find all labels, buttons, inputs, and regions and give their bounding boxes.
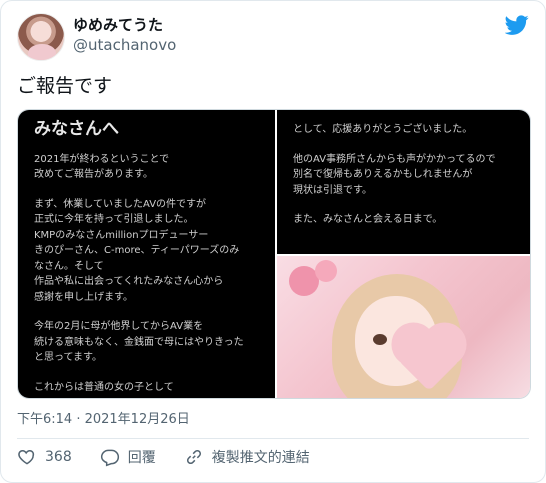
action-bar: 368 回覆 複製推文的連結 — [17, 447, 338, 467]
like-count: 368 — [45, 449, 72, 465]
statement-paragraph: 今年の2月に母が他界してからAV業を 続ける意味もなく、金銭面で母にはやりきった… — [34, 321, 244, 363]
eye-shape — [373, 334, 387, 345]
media-grid: みなさんへ 2021年が終わるということで 改めてご報告があります。 まず、休業… — [17, 109, 531, 399]
avatar[interactable] — [17, 13, 65, 61]
twitter-bird-icon[interactable] — [505, 13, 529, 37]
girl-with-heart-photo[interactable] — [277, 256, 530, 398]
copy-link-button[interactable]: 複製推文的連結 — [184, 447, 310, 467]
heart-icon — [18, 449, 35, 465]
reply-label: 回覆 — [127, 450, 156, 466]
statement-image-right[interactable]: として、応援ありがとうございました。 他のAV事務所さんからも声がかかってるので… — [277, 110, 530, 254]
tweet-timestamp[interactable]: 下午6:14 · 2021年12月26日 — [17, 408, 190, 427]
statement-paragraph: 他のAV事務所さんからも声がかかってるので 別名で復帰もありえるかもしれませんが… — [293, 153, 496, 196]
flower-decoration — [315, 260, 337, 282]
statement-paragraph: これからは普通の女の子として — [34, 381, 174, 393]
tweet-card: ゆめみてうた @utachanovo ご報告です みなさんへ 2021年が終わる… — [0, 0, 546, 483]
reply-button[interactable]: 回覆 — [100, 447, 156, 467]
divider — [17, 438, 529, 439]
copy-link-label: 複製推文的連結 — [211, 450, 310, 466]
display-name[interactable]: ゆめみてうた — [73, 14, 163, 35]
statement-paragraph: まず、休業していましたAVの件ですが 正式に今年を持って引退しました。 KMPの… — [34, 198, 240, 303]
statement-paragraph: 2021年が終わるということで 改めてご報告があります。 — [34, 153, 170, 181]
statement-paragraph: として、応援ありがとうございました。 — [293, 124, 473, 135]
like-button[interactable]: 368 — [17, 447, 72, 467]
user-handle[interactable]: @utachanovo — [73, 36, 176, 54]
reply-icon — [100, 449, 119, 467]
link-icon — [186, 449, 201, 465]
statement-paragraph: また、みなさんと会える日まで。 — [293, 214, 443, 225]
statement-heading: みなさんへ — [34, 119, 119, 139]
tweet-text: ご報告です — [17, 75, 113, 97]
statement-image-left[interactable]: みなさんへ 2021年が終わるということで 改めてご報告があります。 まず、休業… — [18, 110, 275, 398]
